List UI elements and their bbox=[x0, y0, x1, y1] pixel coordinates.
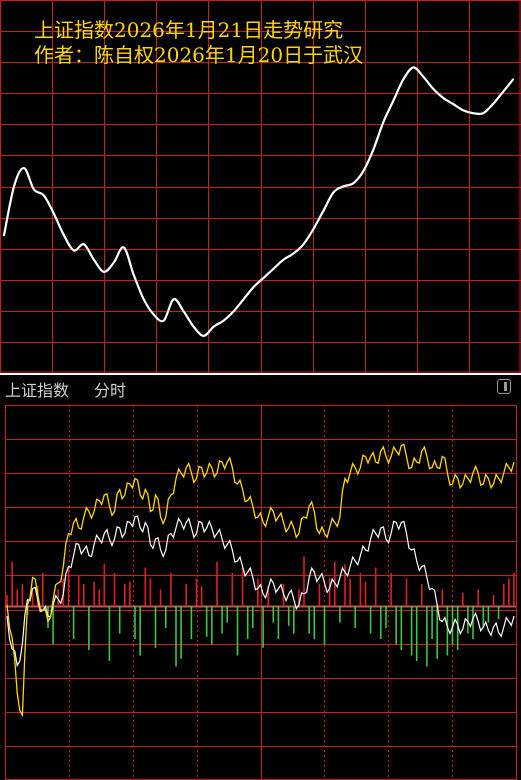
forecast-author: 作者：陈自权2026年1月20日于武汉 bbox=[34, 43, 363, 67]
index-name: 上证指数 bbox=[5, 381, 70, 400]
forecast-chart: 上证指数2026年1月21日走势研究 作者：陈自权2026年1月20日于武汉 bbox=[0, 0, 521, 373]
panel-toggle-icon[interactable] bbox=[497, 379, 511, 394]
intraday-chart bbox=[0, 399, 521, 780]
chart-mode-tab[interactable]: 分时 bbox=[94, 377, 126, 401]
forecast-title: 上证指数2026年1月21日走势研究 bbox=[34, 18, 343, 42]
intraday-header: 上证指数 分时 bbox=[0, 375, 521, 401]
